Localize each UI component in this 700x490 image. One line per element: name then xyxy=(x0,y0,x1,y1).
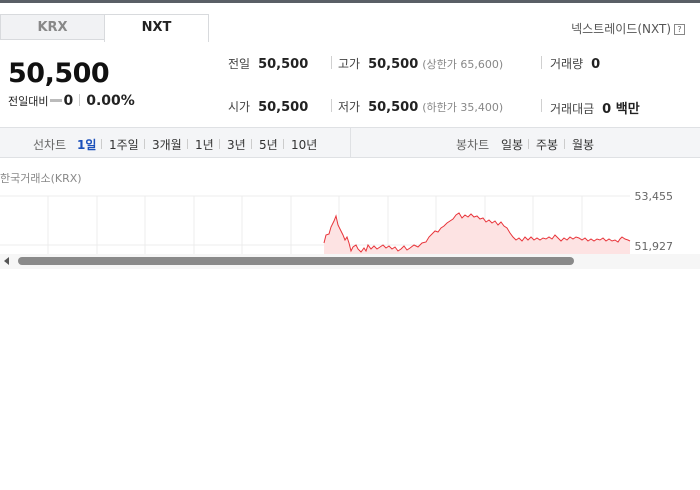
chart-source-label: 한국거래소(KRX) xyxy=(0,172,82,185)
divider xyxy=(564,139,565,149)
top-border xyxy=(0,0,700,3)
divider xyxy=(101,139,102,149)
divider xyxy=(219,139,220,149)
period-1y[interactable]: 1년 xyxy=(195,136,214,153)
divider xyxy=(541,56,542,69)
stat-label: 저가 xyxy=(338,100,361,114)
flat-change-icon xyxy=(50,99,63,102)
stat-value: 50,500 xyxy=(368,57,419,72)
stat-label: 거래량 xyxy=(550,57,584,71)
line-chart-label: 선차트 xyxy=(33,138,67,152)
period-3y[interactable]: 3년 xyxy=(227,136,246,153)
stat-value: 0 xyxy=(591,57,601,72)
stat-value: 50,500 xyxy=(368,100,419,115)
nxt-link-label: 넥스트레이드(NXT) xyxy=(571,22,671,36)
stat-amount: 거래대금 0 백만 xyxy=(550,98,640,117)
stat-value: 50,500 xyxy=(258,100,309,115)
upper-limit: (상한가 65,600) xyxy=(422,58,504,71)
intraday-chart xyxy=(0,195,631,255)
stat-label: 고가 xyxy=(338,57,361,71)
divider xyxy=(541,99,542,112)
scroll-left-arrow-icon[interactable] xyxy=(4,257,9,265)
stat-prev-close: 전일 50,500 xyxy=(228,55,308,72)
stat-value: 0 백만 xyxy=(602,102,640,117)
scroll-thumb[interactable] xyxy=(18,257,574,265)
lower-limit: (하한가 35,400) xyxy=(422,101,504,114)
stat-label: 시가 xyxy=(228,100,251,114)
horizontal-scrollbar[interactable] xyxy=(0,254,700,269)
candle-monthly[interactable]: 월봉 xyxy=(572,136,594,153)
divider xyxy=(144,139,145,149)
period-1d[interactable]: 1일 xyxy=(77,136,96,153)
candle-daily[interactable]: 일봉 xyxy=(501,136,523,153)
period-1w[interactable]: 1주일 xyxy=(109,136,139,153)
change-value: 0 xyxy=(63,93,74,109)
chart-period-bar: 선차트 1일 1주일 3개월 1년 3년 5년 10년 봉차트 일봉 주봉 월봉 xyxy=(0,127,700,158)
price-area xyxy=(324,213,630,255)
divider xyxy=(251,139,252,149)
divider xyxy=(331,99,332,112)
divider xyxy=(283,139,284,149)
stat-value: 50,500 xyxy=(258,57,309,72)
stat-label: 전일 xyxy=(228,57,251,71)
y-axis-label-top: 53,455 xyxy=(634,190,674,203)
price-change-row: 전일대비 0 0.00% xyxy=(8,93,135,109)
divider xyxy=(187,139,188,149)
current-price: 50,500 xyxy=(8,58,110,89)
divider xyxy=(331,56,332,69)
stat-label: 거래대금 xyxy=(550,102,595,116)
stat-volume: 거래량 0 xyxy=(550,55,600,72)
candle-weekly[interactable]: 주봉 xyxy=(536,136,558,153)
stat-high: 고가 50,500 (상한가 65,600) xyxy=(338,55,503,72)
nxt-info-link[interactable]: 넥스트레이드(NXT)? xyxy=(571,20,685,37)
change-label: 전일대비 xyxy=(8,95,49,108)
candle-chart-label: 봉차트 xyxy=(456,138,490,152)
divider xyxy=(79,94,81,106)
change-percent: 0.00% xyxy=(86,93,135,109)
stat-low: 저가 50,500 (하한가 35,400) xyxy=(338,98,503,115)
period-5y[interactable]: 5년 xyxy=(259,136,278,153)
y-axis-label-low: 51,927 xyxy=(634,240,674,253)
period-10y[interactable]: 10년 xyxy=(291,136,317,153)
stat-open: 시가 50,500 xyxy=(228,98,308,115)
period-3m[interactable]: 3개월 xyxy=(152,136,182,153)
tab-nxt[interactable]: NXT xyxy=(104,14,209,42)
tab-krx[interactable]: KRX xyxy=(0,14,105,40)
divider xyxy=(350,128,351,157)
divider xyxy=(528,139,529,149)
help-icon[interactable]: ? xyxy=(674,24,685,35)
